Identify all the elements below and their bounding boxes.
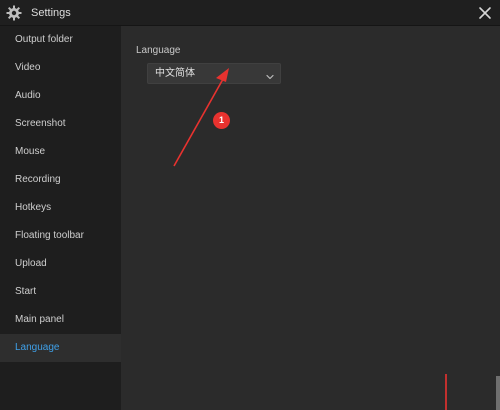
window-scrollbar[interactable] — [496, 376, 500, 410]
language-select[interactable]: 中文简体 — [147, 63, 281, 84]
language-section-label: Language — [136, 45, 181, 56]
sidebar-item-label: Audio — [15, 90, 41, 101]
sidebar-item-mouse[interactable]: Mouse — [0, 138, 121, 166]
sidebar-item-language[interactable]: Language — [0, 334, 121, 362]
settings-sidebar: Output folder Video Audio Screenshot Mou… — [0, 26, 121, 410]
sidebar-item-output-folder[interactable]: Output folder — [0, 26, 121, 54]
sidebar-item-recording[interactable]: Recording — [0, 166, 121, 194]
sidebar-item-label: Hotkeys — [15, 202, 52, 213]
sidebar-item-label: Main panel — [15, 314, 64, 325]
title-bar: Settings — [0, 0, 500, 26]
gear-icon — [6, 5, 22, 21]
sidebar-item-label: Start — [15, 286, 37, 297]
sidebar-item-audio[interactable]: Audio — [0, 82, 121, 110]
language-settings-panel: Language 中文简体 — [121, 26, 500, 410]
sidebar-item-screenshot[interactable]: Screenshot — [0, 110, 121, 138]
settings-window: Settings Output folder Video Audio Scree… — [0, 0, 500, 410]
window-title: Settings — [31, 7, 71, 19]
sidebar-item-label: Floating toolbar — [15, 230, 84, 241]
annotation-badge-number: 1 — [218, 115, 224, 125]
sidebar-item-label: Language — [15, 342, 60, 353]
sidebar-item-label: Upload — [15, 258, 47, 269]
sidebar-item-floating-toolbar[interactable]: Floating toolbar — [0, 222, 121, 250]
language-select-value: 中文简体 — [155, 68, 195, 79]
sidebar-item-hotkeys[interactable]: Hotkeys — [0, 194, 121, 222]
sidebar-item-label: Output folder — [15, 34, 73, 45]
close-icon[interactable] — [476, 4, 494, 22]
sidebar-item-label: Mouse — [15, 146, 46, 157]
sidebar-item-label: Video — [15, 62, 41, 73]
annotation-badge: 1 — [213, 112, 230, 129]
sidebar-item-video[interactable]: Video — [0, 54, 121, 82]
sidebar-item-main-panel[interactable]: Main panel — [0, 306, 121, 334]
sidebar-item-upload[interactable]: Upload — [0, 250, 121, 278]
sidebar-item-label: Screenshot — [15, 118, 66, 129]
sidebar-item-start[interactable]: Start — [0, 278, 121, 306]
chevron-down-icon — [265, 69, 275, 80]
sidebar-item-label: Recording — [15, 174, 61, 185]
